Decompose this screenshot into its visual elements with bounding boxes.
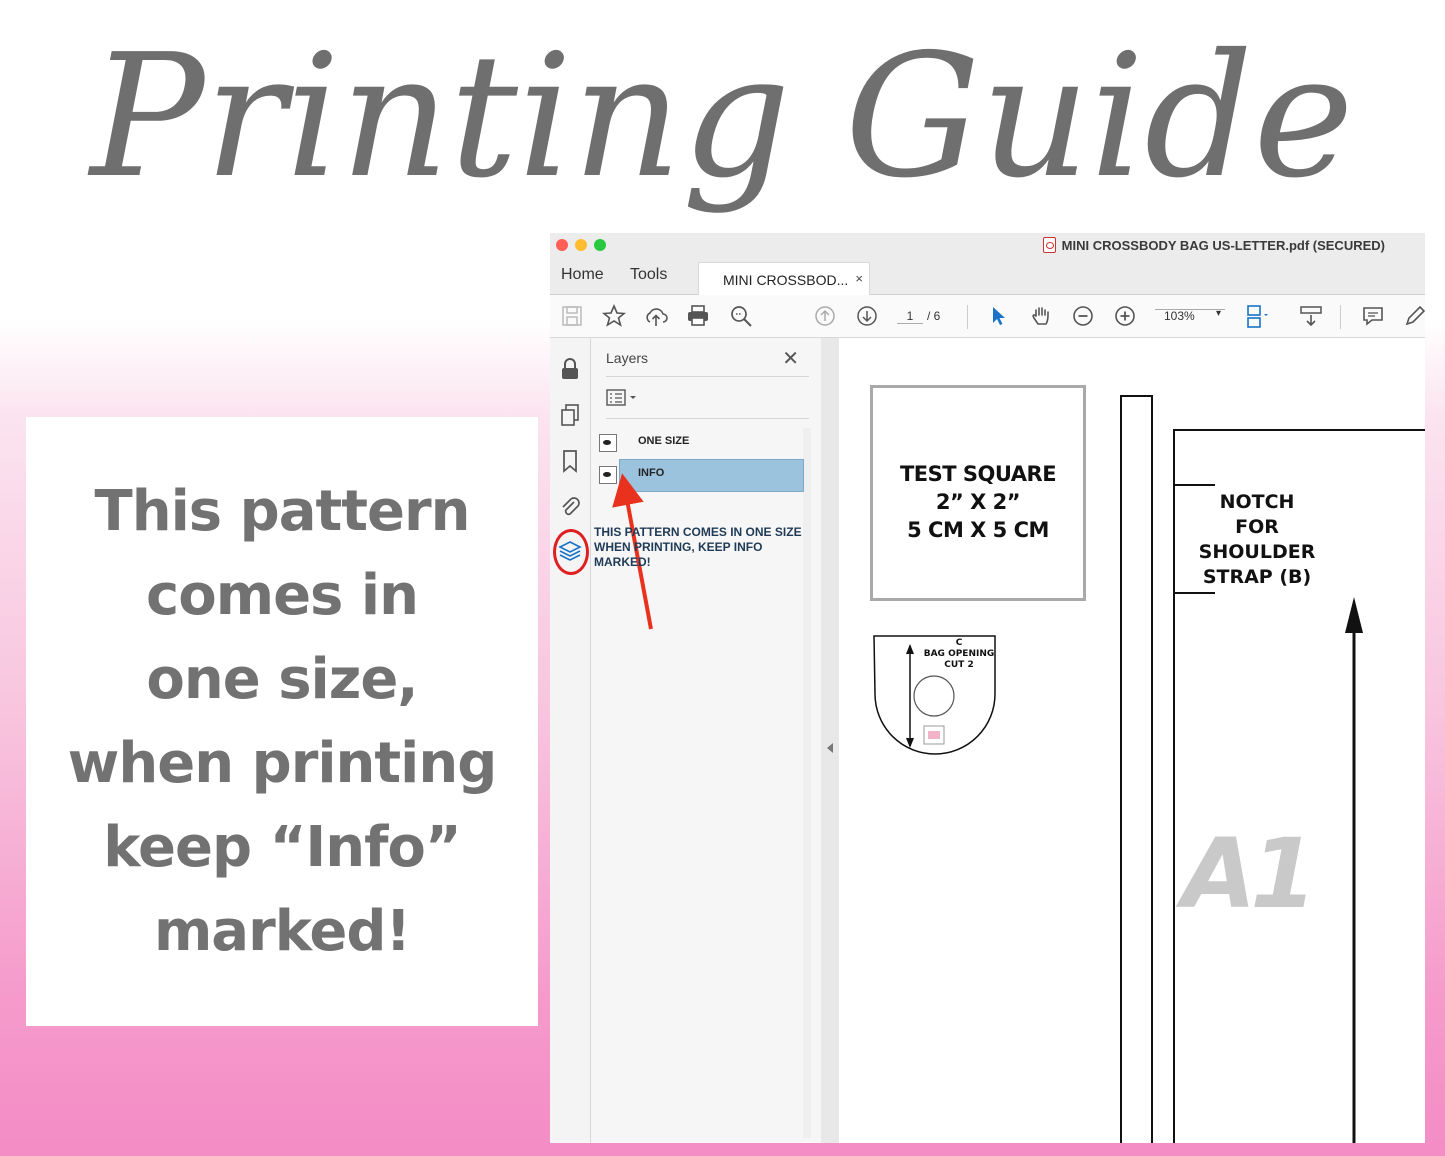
notch-line: [1175, 484, 1215, 486]
info-line: comes in: [146, 562, 419, 628]
notch-label: NOTCH FOR SHOULDER STRAP (B): [1197, 490, 1317, 590]
test-square-line: 5 CM X 5 CM: [907, 518, 1049, 542]
document-page: TEST SQUARE 2” X 2” 5 CM X 5 CM C BAG OP…: [839, 338, 1425, 1143]
test-square-line: 2” X 2”: [935, 490, 1021, 514]
info-line: keep “Info”: [103, 814, 461, 880]
info-line: This pattern: [94, 478, 471, 544]
note-line: MARKED!: [594, 555, 651, 569]
acrobat-window: MINI CROSSBODY BAG US-LETTER.pdf (SECURE…: [550, 233, 1425, 1143]
note-line: WHEN PRINTING, KEEP INFO: [594, 540, 763, 554]
pattern-strip: [1120, 395, 1153, 1143]
page-title: Printing Guide: [0, 0, 1445, 230]
grainline-arrow: [1345, 597, 1363, 1143]
piece-c-line: C: [955, 638, 963, 648]
piece-c-label: C BAG OPENING CUT 2: [872, 638, 1046, 671]
notch-line-text: NOTCH: [1219, 491, 1295, 513]
info-line: when printing: [67, 730, 498, 796]
layer-label: INFO: [638, 467, 665, 479]
title-text: Printing Guide: [87, 18, 1354, 216]
info-box: This pattern comes in one size, when pri…: [26, 417, 538, 1026]
panel-collapse-handle[interactable]: [821, 338, 839, 1143]
notch-line: [1175, 592, 1215, 594]
piece-c-line: CUT 2: [944, 660, 974, 670]
test-square-text: TEST SQUARE 2” X 2” 5 CM X 5 CM: [873, 460, 1083, 544]
info-message: This pattern comes in one size, when pri…: [47, 470, 517, 974]
notch-line-text: FOR: [1235, 516, 1279, 538]
test-square-line: TEST SQUARE: [899, 462, 1057, 486]
collapse-arrow-icon: [827, 743, 833, 753]
test-square: TEST SQUARE 2” X 2” 5 CM X 5 CM: [870, 385, 1086, 601]
info-line: marked!: [153, 898, 411, 964]
piece-c-line: BAG OPENING: [923, 649, 995, 659]
piece-a1-label: A1: [1182, 818, 1317, 930]
note-line: THIS PATTERN COMES IN ONE SIZE: [594, 525, 802, 539]
annotation-note: THIS PATTERN COMES IN ONE SIZE WHEN PRIN…: [594, 525, 824, 570]
notch-line-text: SHOULDER: [1198, 541, 1316, 563]
notch-line-text: STRAP (B): [1202, 566, 1312, 588]
info-line: one size,: [146, 646, 418, 712]
pattern-piece-c: C BAG OPENING CUT 2: [872, 634, 998, 759]
